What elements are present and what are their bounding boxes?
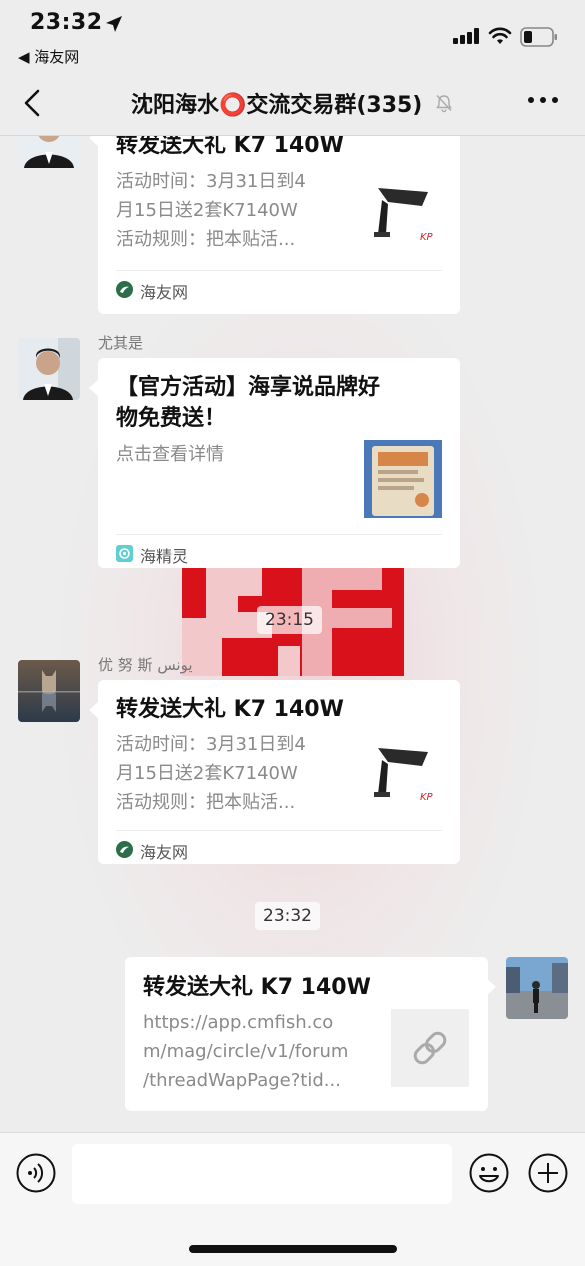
- card-source-footer: 海友网: [116, 830, 442, 864]
- link-icon: [413, 1031, 447, 1065]
- battery-icon: [520, 27, 557, 47]
- location-arrow-icon: [106, 16, 122, 32]
- muted-bell-icon: [436, 95, 452, 113]
- card-source-name: 海友网: [140, 283, 189, 302]
- link-thumbnail: [391, 1009, 469, 1087]
- aquarium-lamp-icon: KP: [364, 178, 442, 256]
- product-thumbnail: [364, 440, 442, 518]
- card-url-line: m/mag/circle/v1/forum: [143, 1041, 349, 1062]
- more-options-icon[interactable]: [527, 94, 559, 106]
- product-thumbnail: KP: [364, 740, 442, 818]
- avatar[interactable]: [18, 136, 80, 168]
- cellular-signal-icon: [453, 28, 479, 44]
- card-source-footer: 海精灵: [116, 534, 442, 568]
- status-bar: 23:32 ◀ 海友网: [0, 0, 585, 70]
- link-card-haijingling[interactable]: 【官方活动】海享说品牌好 物免费送！ 点击查看详情 海精灵: [98, 358, 460, 568]
- card-title: 转发送大礼 K7 140W: [143, 975, 371, 1000]
- my-avatar[interactable]: [506, 957, 568, 1019]
- haiyou-logo-icon: [116, 281, 133, 298]
- link-card-haiyou-2[interactable]: 转发送大礼 K7 140W 活动时间：3月31日到4 月15日送2套K7140W…: [98, 680, 460, 864]
- wifi-icon: [488, 27, 512, 44]
- voice-input-icon[interactable]: [16, 1153, 56, 1193]
- card-url-line: /threadWapPage?tid...: [143, 1070, 341, 1091]
- back-to-app-link[interactable]: ◀ 海友网: [18, 46, 79, 67]
- message-text-input[interactable]: [72, 1144, 452, 1204]
- home-indicator[interactable]: [189, 1245, 397, 1253]
- card-title: 转发送大礼 K7 140W: [116, 697, 344, 722]
- card-source-name: 海精灵: [140, 547, 189, 566]
- emoji-icon[interactable]: [469, 1153, 509, 1193]
- link-card-sent[interactable]: 转发送大礼 K7 140W https://app.cmfish.co m/ma…: [125, 957, 488, 1111]
- haijingling-logo-icon: [116, 545, 133, 562]
- card-desc-line: 活动时间：3月31日到4: [116, 734, 306, 755]
- man-portrait-avatar-icon: [18, 136, 80, 168]
- card-desc-line: 活动规则：把本贴活...: [116, 792, 296, 813]
- avatar[interactable]: [18, 660, 80, 722]
- sender-name: 尤其是: [98, 334, 144, 352]
- aquarium-lamp-icon: KP: [364, 740, 442, 818]
- product-box-icon: [364, 440, 442, 518]
- haiyou-logo-icon: [116, 841, 133, 858]
- add-more-icon[interactable]: [528, 1153, 568, 1193]
- sender-name: 优 努 斯 يونس: [98, 656, 193, 674]
- card-title-line: 【官方活动】海享说品牌好: [116, 375, 381, 400]
- product-thumbnail: KP: [364, 178, 442, 256]
- card-desc-line: 活动时间：3月31日到4: [116, 171, 306, 192]
- card-source-footer: 海友网: [116, 270, 442, 304]
- card-desc-line: 月15日送2套K7140W: [116, 200, 298, 221]
- man-portrait-avatar-icon: [18, 338, 80, 400]
- card-source-name: 海友网: [140, 843, 189, 862]
- card-title-line: 物免费送！: [116, 406, 227, 431]
- street-photo-avatar-icon: [506, 957, 568, 1019]
- card-url-line: https://app.cmfish.co: [143, 1012, 334, 1033]
- chat-message-list[interactable]: 转发送大礼 K7 140W 活动时间：3月31日到4 月15日送2套K7140W…: [0, 136, 585, 1132]
- card-desc-line: 活动规则：把本贴活...: [116, 229, 296, 250]
- timestamp: 23:15: [257, 606, 322, 634]
- chat-title-row: 沈阳海水⭕交流交易群(335): [0, 87, 585, 119]
- svg-text:KP: KP: [420, 792, 434, 803]
- svg-text:KP: KP: [420, 232, 434, 243]
- timestamp: 23:32: [255, 902, 320, 930]
- avatar[interactable]: [18, 338, 80, 400]
- card-desc-line: 月15日送2套K7140W: [116, 763, 298, 784]
- card-desc-line: 点击查看详情: [116, 444, 224, 465]
- status-time: 23:32: [30, 10, 103, 35]
- link-card-haiyou-1[interactable]: 转发送大礼 K7 140W 活动时间：3月31日到4 月15日送2套K7140W…: [98, 136, 460, 314]
- chat-title: 沈阳海水⭕交流交易群(335): [130, 93, 423, 118]
- cat-reflection-avatar-icon: [18, 660, 80, 722]
- chat-header: 沈阳海水⭕交流交易群(335): [0, 70, 585, 136]
- card-title: 转发送大礼 K7 140W: [116, 136, 344, 158]
